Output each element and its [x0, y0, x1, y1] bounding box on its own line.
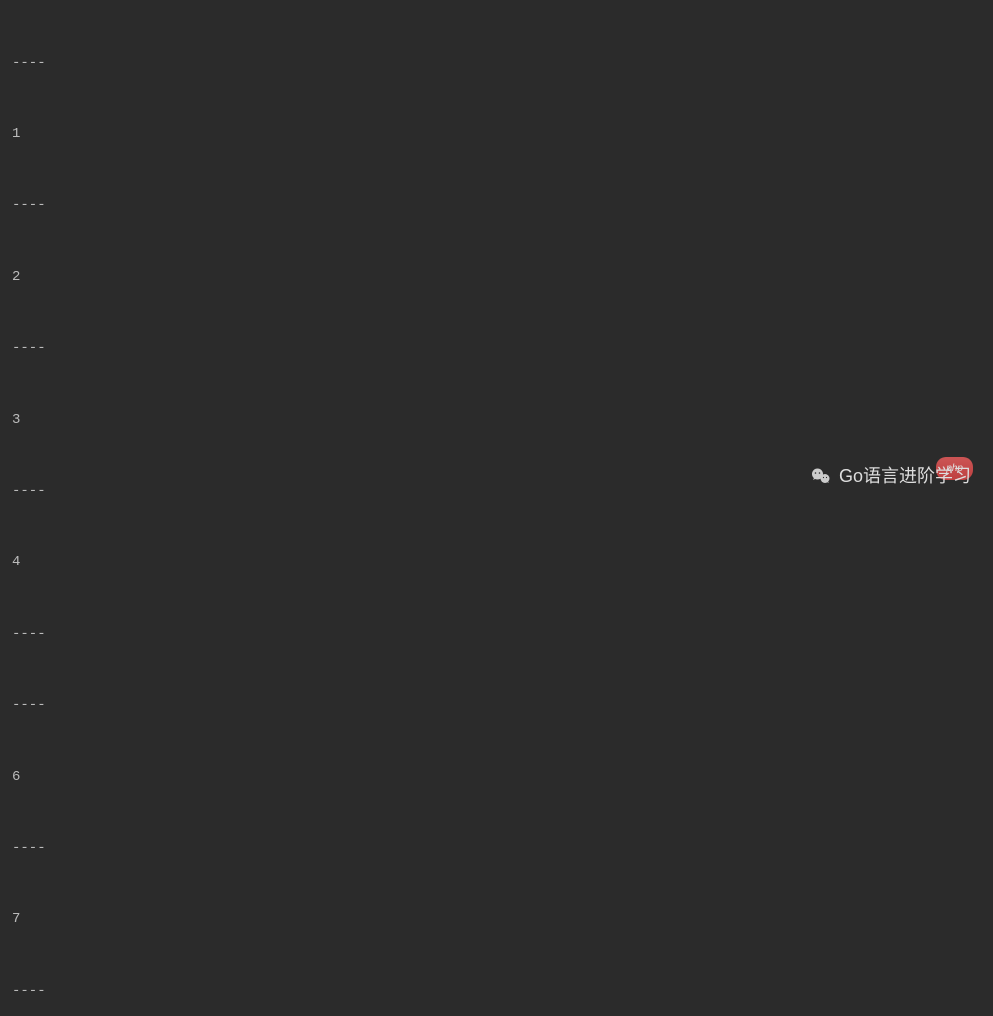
output-line: 6	[12, 766, 981, 790]
console-output: ---- 1 ---- 2 ---- 3 ---- 4 ---- ---- 6 …	[12, 4, 981, 1016]
wechat-icon	[809, 465, 833, 489]
output-line: 4	[12, 551, 981, 575]
output-line: ----	[12, 623, 981, 647]
output-line: 2	[12, 266, 981, 290]
output-line: ----	[12, 837, 981, 861]
output-line: ----	[12, 694, 981, 718]
output-line: 1	[12, 123, 981, 147]
output-line: ----	[12, 337, 981, 361]
output-line: ----	[12, 194, 981, 218]
output-line: ----	[12, 52, 981, 76]
output-line: 3	[12, 409, 981, 433]
output-line: ----	[12, 980, 981, 1004]
wechat-label: Go语言进阶学习	[839, 461, 971, 492]
wechat-footer: Go语言进阶学习	[809, 461, 971, 492]
output-line: 7	[12, 908, 981, 932]
